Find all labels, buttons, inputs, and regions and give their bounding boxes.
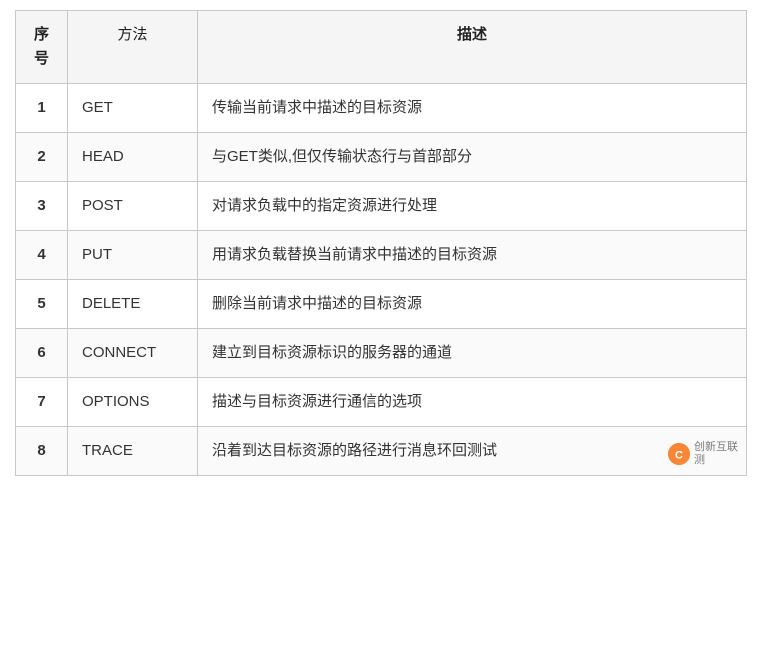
header-desc: 描述	[198, 11, 747, 84]
header-method: 方法	[68, 11, 198, 84]
cell-method: GET	[68, 84, 198, 133]
cell-desc: 删除当前请求中描述的目标资源	[198, 280, 747, 329]
page-container: 序号 方法 描述 1GET传输当前请求中描述的目标资源2HEAD与GET类似,但…	[0, 0, 762, 486]
watermark: C 创新互联测	[668, 441, 738, 467]
watermark-text: 创新互联测	[694, 441, 738, 467]
table-row: 2HEAD与GET类似,但仅传输状态行与首部部分	[16, 133, 747, 182]
cell-method: HEAD	[68, 133, 198, 182]
cell-method: CONNECT	[68, 329, 198, 378]
cell-num: 3	[16, 182, 68, 231]
header-num: 序号	[16, 11, 68, 84]
cell-desc: 建立到目标资源标识的服务器的通道	[198, 329, 747, 378]
cell-method: PUT	[68, 231, 198, 280]
svg-text:C: C	[675, 449, 683, 461]
cell-num: 2	[16, 133, 68, 182]
table-row: 1GET传输当前请求中描述的目标资源	[16, 84, 747, 133]
http-methods-table: 序号 方法 描述 1GET传输当前请求中描述的目标资源2HEAD与GET类似,但…	[15, 10, 747, 476]
cell-desc: 沿着到达目标资源的路径进行消息环回测试 C 创新互联测	[198, 427, 747, 476]
table-row: 6CONNECT建立到目标资源标识的服务器的通道	[16, 329, 747, 378]
table-row: 8TRACE沿着到达目标资源的路径进行消息环回测试 C 创新互联测	[16, 427, 747, 476]
cell-method: TRACE	[68, 427, 198, 476]
cell-num: 6	[16, 329, 68, 378]
cell-desc: 对请求负载中的指定资源进行处理	[198, 182, 747, 231]
cell-num: 5	[16, 280, 68, 329]
table-row: 4PUT用请求负载替换当前请求中描述的目标资源	[16, 231, 747, 280]
cell-num: 8	[16, 427, 68, 476]
cell-desc: 传输当前请求中描述的目标资源	[198, 84, 747, 133]
cell-method: POST	[68, 182, 198, 231]
table-row: 3POST对请求负载中的指定资源进行处理	[16, 182, 747, 231]
cell-num: 7	[16, 378, 68, 427]
cell-desc: 用请求负载替换当前请求中描述的目标资源	[198, 231, 747, 280]
cell-method: OPTIONS	[68, 378, 198, 427]
table-row: 7OPTIONS描述与目标资源进行通信的选项	[16, 378, 747, 427]
cell-desc: 描述与目标资源进行通信的选项	[198, 378, 747, 427]
cell-method: DELETE	[68, 280, 198, 329]
cell-num: 1	[16, 84, 68, 133]
watermark-line1: 创新互联	[694, 441, 738, 454]
table-header-row: 序号 方法 描述	[16, 11, 747, 84]
table-row: 5DELETE删除当前请求中描述的目标资源	[16, 280, 747, 329]
watermark-logo: C	[668, 443, 690, 465]
watermark-line2: 测	[694, 454, 738, 467]
cell-desc: 与GET类似,但仅传输状态行与首部部分	[198, 133, 747, 182]
cell-num: 4	[16, 231, 68, 280]
